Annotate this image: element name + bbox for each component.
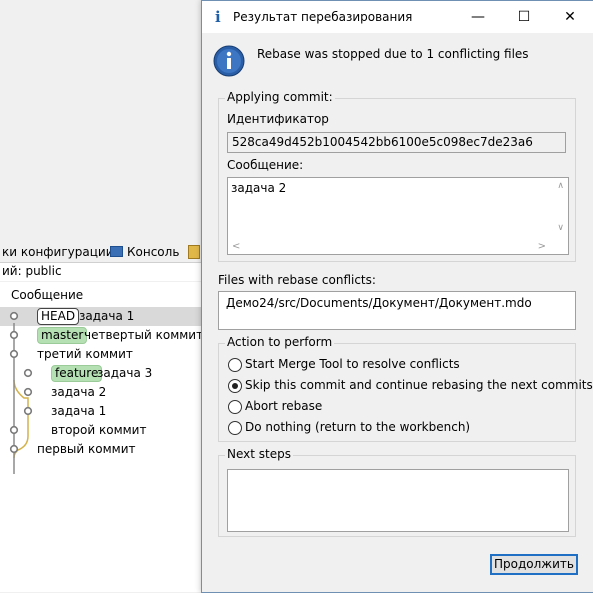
radio-label: Abort rebase: [245, 399, 323, 413]
action-group: Action to perform Start Merge Tool to re…: [218, 335, 593, 442]
info-large-icon: [213, 45, 245, 77]
radio-label: Skip this commit and continue rebasing t…: [245, 378, 593, 392]
commit-message: задача 1: [51, 404, 107, 418]
commit-node: [9, 425, 19, 435]
commit-message: второй коммит: [51, 423, 147, 437]
branch-tag: HEAD: [37, 308, 80, 325]
message-label: Сообщение:: [227, 158, 304, 172]
scroll-up-icon[interactable]: ∧: [557, 181, 564, 191]
applying-commit-title: Applying commit:: [225, 90, 335, 104]
commit-message: задача 2: [51, 385, 107, 399]
commit-node: [23, 406, 33, 416]
applying-commit-group: Applying commit: Идентификатор 528ca49d4…: [218, 90, 576, 262]
tab-console-label: Консоль: [127, 245, 180, 259]
radio-label: Do nothing (return to the workbench): [245, 420, 471, 434]
commit-message: третий коммит: [37, 347, 133, 361]
close-button[interactable]: ✕: [547, 1, 593, 33]
conflict-files-list[interactable]: Демо24/src/Documents/Документ/Документ.m…: [218, 291, 576, 330]
conflicts-label: Files with rebase conflicts:: [218, 273, 376, 287]
tab-configuration[interactable]: ки конфигурации: [2, 245, 114, 259]
tab-extra-icon[interactable]: [188, 245, 200, 262]
conflict-file-item[interactable]: Демо24/src/Documents/Документ/Документ.m…: [226, 296, 532, 310]
scroll-right-icon[interactable]: >: [538, 241, 546, 252]
action-group-title: Action to perform: [225, 335, 335, 349]
commit-history-list[interactable]: Сообщение HEAD задача 1 master четвертый ко…: [0, 282, 205, 592]
commit-message: первый коммит: [37, 442, 136, 456]
tab-console[interactable]: Консоль: [110, 245, 179, 259]
status-message: Rebase was stopped due to 1 conflicting …: [257, 47, 529, 61]
branch-text: ий: public: [2, 264, 62, 278]
minimize-button[interactable]: —: [455, 1, 501, 33]
radio-button[interactable]: [228, 421, 242, 435]
radio-button[interactable]: [228, 358, 242, 372]
column-header-message[interactable]: Сообщение: [0, 286, 205, 306]
branch-tag: feature: [51, 365, 103, 382]
id-label: Идентификатор: [227, 112, 329, 126]
commit-id-field[interactable]: 528ca49d452b1004542bb6100e5c098ec7de23a6: [227, 132, 566, 153]
commit-message: задача 1: [79, 309, 135, 323]
commit-node: [9, 444, 19, 454]
next-steps-group: Next steps: [218, 447, 576, 537]
commit-message: четвертый коммит: [84, 328, 204, 342]
commit-node: [23, 368, 33, 378]
console-icon: [110, 246, 123, 257]
radio-label: Start Merge Tool to resolve conflicts: [245, 357, 460, 371]
scroll-down-icon[interactable]: ∨: [557, 223, 564, 233]
title-bar[interactable]: i Результат перебазирования — ☐ ✕: [202, 1, 593, 33]
info-icon: i: [215, 8, 221, 26]
branch-line: ий: public: [0, 263, 205, 281]
dialog-title: Результат перебазирования: [233, 10, 413, 24]
workbench-tabs: ки конфигурации Консоль: [0, 242, 205, 263]
radio-button[interactable]: [228, 379, 242, 393]
commit-node: [9, 349, 19, 359]
commit-message-text: задача 2: [231, 181, 287, 195]
commit-graph: [9, 311, 33, 474]
scroll-left-icon[interactable]: <: [232, 241, 240, 252]
continue-button[interactable]: Продолжить: [490, 554, 578, 575]
commit-message-field[interactable]: задача 2 ∧ ∨ < >: [227, 177, 569, 255]
maximize-button[interactable]: ☐: [501, 1, 547, 33]
next-steps-field[interactable]: [227, 469, 569, 532]
commit-node: [9, 330, 19, 340]
commit-node: [23, 387, 33, 397]
column-header-label: Сообщение: [11, 288, 84, 302]
next-steps-title: Next steps: [225, 447, 293, 461]
commit-node: [9, 311, 19, 321]
workbench-background: ки конфигурации Консоль ий: public Сообщ…: [0, 0, 205, 592]
rebase-result-dialog: i Результат перебазирования — ☐ ✕ Rebase…: [201, 0, 593, 593]
branch-tag: master: [37, 327, 88, 344]
commit-message: задача 3: [97, 366, 153, 380]
radio-button[interactable]: [228, 400, 242, 414]
